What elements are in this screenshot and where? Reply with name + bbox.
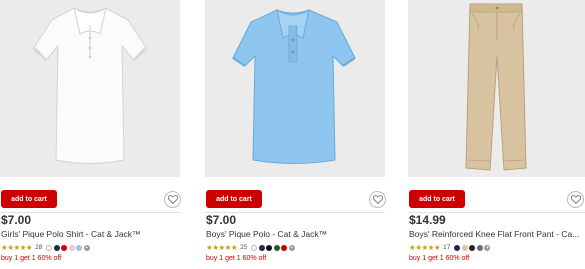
rating-and-swatches: ★★★★★ 17 + (409, 243, 492, 252)
star-rating-icon: ★★★★★ (206, 243, 238, 252)
product-price: $7.00 (1, 213, 32, 227)
product-title[interactable]: Boys' Pique Polo - Cat & Jack™ (206, 229, 376, 239)
product-title[interactable]: Girls' Pique Polo Shirt - Cat & Jack™ (1, 229, 171, 239)
review-count: 25 (240, 244, 248, 251)
promo-text[interactable]: buy 1 get 1 60% off (409, 255, 469, 262)
review-count: 17 (443, 244, 451, 251)
color-swatch-white[interactable] (251, 244, 258, 251)
product-image[interactable] (205, 0, 385, 177)
rating-and-swatches: ★★★★★ 28 + (1, 243, 91, 252)
color-swatch-navy[interactable] (454, 244, 461, 251)
add-to-cart-button[interactable]: add to cart (206, 190, 262, 208)
color-swatch-black[interactable] (266, 244, 273, 251)
polo-shirt-image (32, 6, 148, 164)
color-swatch-pink[interactable] (68, 244, 75, 251)
product-card-3[interactable]: add to cart $14.99 Boys' Reinforced Knee… (408, 0, 585, 269)
product-image[interactable] (0, 0, 180, 177)
favorite-heart-icon[interactable] (369, 191, 386, 208)
review-count: 28 (35, 244, 43, 251)
promo-text[interactable]: buy 1 get 1 60% off (1, 255, 61, 262)
promo-text[interactable]: buy 1 get 1 60% off (206, 255, 266, 262)
color-swatch-navy[interactable] (258, 244, 265, 251)
more-colors-icon[interactable]: + (484, 244, 491, 251)
product-image[interactable] (408, 0, 585, 177)
add-to-cart-button[interactable]: add to cart (409, 190, 465, 208)
product-price: $7.00 (206, 213, 237, 227)
product-title[interactable]: Boys' Reinforced Knee Flat Front Pant - … (409, 229, 583, 239)
add-to-cart-button[interactable]: add to cart (1, 190, 57, 208)
color-swatch-green[interactable] (273, 244, 280, 251)
star-rating-icon: ★★★★★ (409, 243, 441, 252)
color-swatch-white[interactable] (46, 244, 53, 251)
color-swatch-light-blue[interactable] (76, 244, 83, 251)
color-swatch-red[interactable] (281, 244, 288, 251)
product-card-2[interactable]: add to cart $7.00 Boys' Pique Polo - Cat… (205, 0, 386, 269)
color-swatch-navy[interactable] (53, 244, 60, 251)
khaki-pants-image (465, 3, 527, 171)
more-colors-icon[interactable]: + (83, 244, 90, 251)
favorite-heart-icon[interactable] (567, 191, 584, 208)
favorite-heart-icon[interactable] (164, 191, 181, 208)
color-swatch-khaki[interactable] (461, 244, 468, 251)
more-colors-icon[interactable]: + (288, 244, 295, 251)
product-card-1[interactable]: add to cart $7.00 Girls' Pique Polo Shir… (0, 0, 181, 269)
product-price: $14.99 (409, 213, 446, 227)
rating-and-swatches: ★★★★★ 25 + (206, 243, 296, 252)
color-swatch-black[interactable] (469, 244, 476, 251)
color-swatch-red[interactable] (61, 244, 68, 251)
polo-shirt-image (232, 8, 356, 164)
color-swatch-gray[interactable] (476, 244, 483, 251)
star-rating-icon: ★★★★★ (1, 243, 33, 252)
